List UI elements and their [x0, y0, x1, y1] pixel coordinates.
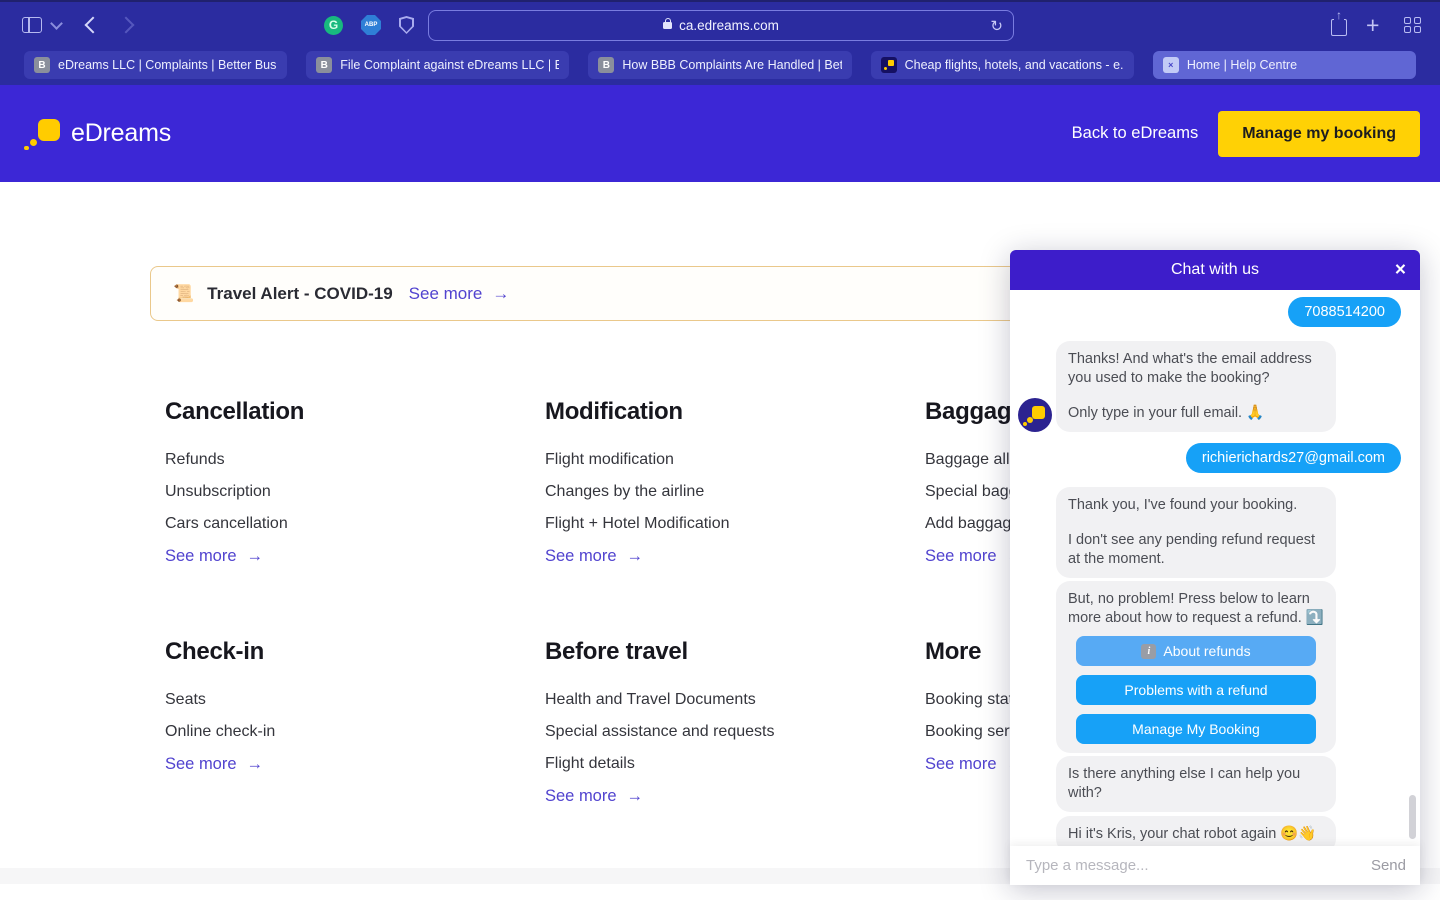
url-bar[interactable]: ca.edreams.com ↻ [428, 10, 1014, 41]
chat-message-bot: Is there anything else I can help you wi… [1056, 756, 1336, 812]
link-seats[interactable]: Seats [165, 684, 545, 716]
chat-widget: Chat with us × 7088514200 Thanks! And wh… [1010, 250, 1420, 885]
arrow-right-icon: → [627, 547, 644, 565]
shield-extension-icon[interactable] [399, 0, 414, 50]
category-check-in: Check-in Seats Online check-in See more→ [165, 638, 545, 878]
arrow-right-icon: → [247, 547, 264, 565]
see-more-link[interactable]: See more→ [545, 540, 925, 572]
sidebar-icon[interactable] [22, 0, 42, 50]
reload-icon[interactable]: ↻ [990, 17, 1003, 35]
site-header: eDreams Back to eDreams Manage my bookin… [0, 85, 1440, 182]
back-to-edreams-link[interactable]: Back to eDreams [1072, 124, 1199, 143]
info-icon: i [1141, 644, 1156, 659]
new-tab-icon[interactable]: + [1366, 0, 1379, 50]
edreams-logo-text: eDreams [71, 119, 171, 148]
link-special-assistance[interactable]: Special assistance and requests [545, 716, 925, 748]
grammarly-extension-icon[interactable]: G [324, 0, 343, 50]
chat-message-bot: Thanks! And what's the email address you… [1056, 341, 1336, 432]
travel-alert-see-more-link[interactable]: See more→ [409, 284, 510, 304]
chat-message-bot: Hi it's Kris, your chat robot again 😊👋 [1056, 816, 1336, 846]
chat-message-input[interactable] [1024, 856, 1371, 875]
problems-with-refund-button[interactable]: Problems with a refund [1076, 675, 1316, 705]
bot-avatar [1018, 398, 1052, 432]
link-flight-modification[interactable]: Flight modification [545, 444, 925, 476]
arrow-right-icon: → [247, 755, 264, 773]
link-unsubscription[interactable]: Unsubscription [165, 476, 545, 508]
see-more-link[interactable]: See more→ [165, 540, 545, 572]
tab-bbb-complaints[interactable]: B eDreams LLC | Complaints | Better Busi… [24, 51, 287, 79]
chat-input-bar: Send [1010, 846, 1420, 885]
send-button[interactable]: Send [1371, 857, 1406, 874]
link-flight-details[interactable]: Flight details [545, 748, 925, 780]
tab-help-centre-active[interactable]: × Home | Help Centre [1153, 51, 1416, 79]
scroll-icon: 📜 [173, 284, 194, 304]
link-changes-by-airline[interactable]: Changes by the airline [545, 476, 925, 508]
share-icon[interactable] [1331, 0, 1347, 50]
bbb-favicon: B [598, 57, 614, 73]
manage-my-booking-chat-button[interactable]: Manage My Booking [1076, 714, 1316, 744]
forward-icon[interactable] [120, 0, 132, 50]
chat-header[interactable]: Chat with us × [1010, 250, 1420, 290]
close-icon[interactable]: × [1395, 261, 1406, 280]
adblock-extension-icon[interactable]: ABP [361, 0, 381, 50]
help-centre-favicon: × [1163, 57, 1179, 73]
chat-message-list[interactable]: 7088514200 Thanks! And what's the email … [1010, 290, 1420, 846]
manage-my-booking-button[interactable]: Manage my booking [1218, 111, 1420, 157]
travel-alert-title: Travel Alert - COVID-19 [207, 284, 393, 304]
category-modification: Modification Flight modification Changes… [545, 398, 925, 638]
see-more-link[interactable]: See more→ [545, 780, 925, 812]
edreams-favicon [881, 57, 897, 73]
tab-edreams-home[interactable]: Cheap flights, hotels, and vacations - e… [871, 51, 1134, 79]
chat-message-bot: Thank you, I've found your booking. I do… [1056, 487, 1336, 578]
tab-overview-icon[interactable] [1404, 0, 1421, 50]
link-health-travel-documents[interactable]: Health and Travel Documents [545, 684, 925, 716]
category-title: Cancellation [165, 398, 545, 426]
chat-message-bot-quick-replies: But, no problem! Press below to learn mo… [1056, 581, 1336, 753]
chat-title: Chat with us [1171, 261, 1259, 279]
tab-file-complaint[interactable]: B File Complaint against eDreams LLC | B… [306, 51, 569, 79]
bbb-favicon: B [34, 57, 50, 73]
chat-message-user: 7088514200 [1288, 297, 1401, 327]
category-before-travel: Before travel Health and Travel Document… [545, 638, 925, 878]
url-text: ca.edreams.com [679, 18, 779, 33]
back-icon[interactable] [87, 0, 99, 50]
chat-scrollbar-thumb[interactable] [1409, 795, 1416, 839]
category-cancellation: Cancellation Refunds Unsubscription Cars… [165, 398, 545, 638]
lock-icon [663, 22, 672, 29]
link-flight-hotel-modification[interactable]: Flight + Hotel Modification [545, 508, 925, 540]
edreams-logo-icon [24, 117, 62, 151]
link-online-check-in[interactable]: Online check-in [165, 716, 545, 748]
bbb-favicon: B [316, 57, 332, 73]
tab-bar: B eDreams LLC | Complaints | Better Busi… [0, 50, 1440, 85]
browser-window: G ABP ca.edreams.com ↻ + B eDreams LLC |… [0, 0, 1440, 900]
edreams-logo[interactable]: eDreams [24, 117, 171, 151]
arrow-right-icon: → [492, 284, 509, 303]
chevron-down-icon[interactable] [52, 0, 61, 50]
about-refunds-button[interactable]: i About refunds [1076, 636, 1316, 666]
see-more-link[interactable]: See more→ [165, 748, 545, 780]
link-refunds[interactable]: Refunds [165, 444, 545, 476]
category-title: Modification [545, 398, 925, 426]
chat-message-user: richierichards27@gmail.com [1186, 443, 1401, 473]
tab-how-complaints-handled[interactable]: B How BBB Complaints Are Handled | Bet..… [588, 51, 851, 79]
arrow-right-icon: → [627, 787, 644, 805]
category-title: Check-in [165, 638, 545, 666]
browser-titlebar: G ABP ca.edreams.com ↻ + [0, 0, 1440, 50]
category-title: Before travel [545, 638, 925, 666]
link-cars-cancellation[interactable]: Cars cancellation [165, 508, 545, 540]
